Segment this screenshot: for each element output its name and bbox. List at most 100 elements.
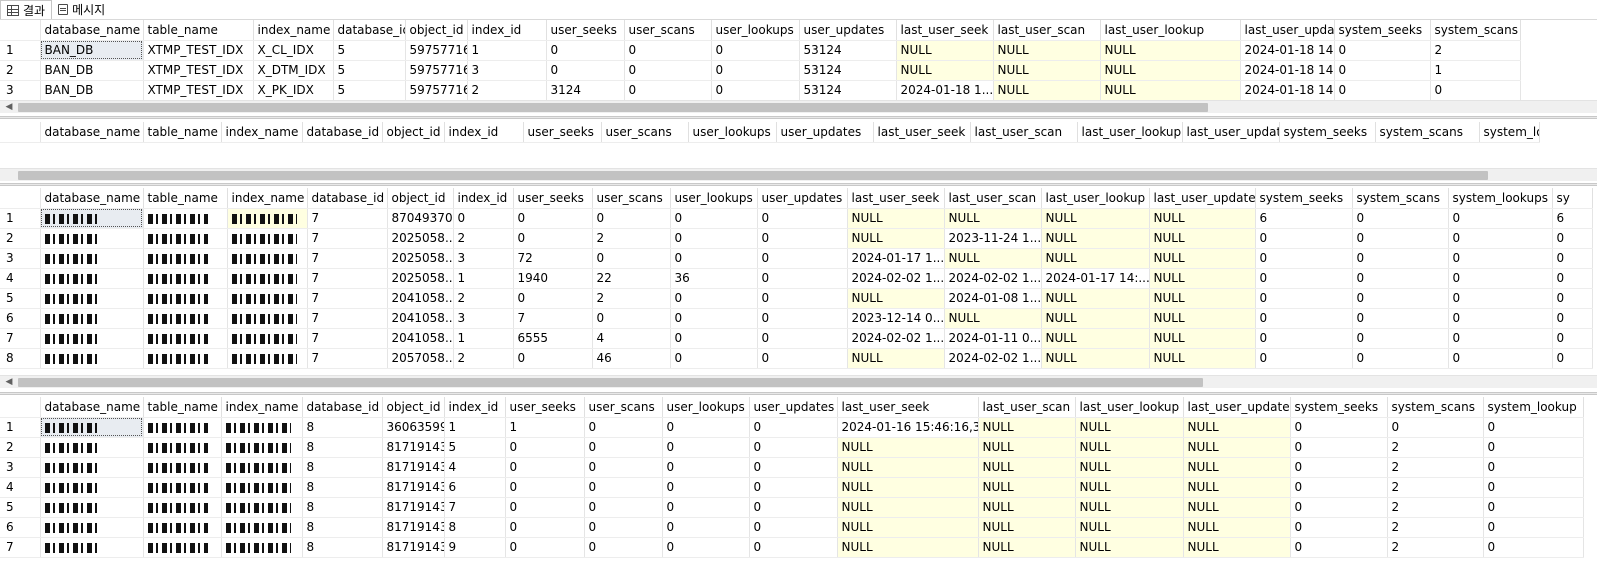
table-row[interactable]: 2BAN_DBXTMP_TEST_IDXX_DTM_IDX55975771673… — [0, 60, 1521, 81]
table-cell[interactable] — [143, 328, 228, 349]
table-cell[interactable]: 0 — [513, 348, 593, 369]
table-row[interactable]: 6 7 2041058... 3 7 0 0 0 2023-12-14 0... NULL NULL… — [0, 308, 1593, 329]
table-cell[interactable]: 9 — [444, 537, 506, 558]
table-cell[interactable] — [40, 288, 144, 309]
table-cell[interactable]: 0 — [1352, 228, 1449, 249]
column-header[interactable]: last_user_lookup — [1041, 188, 1150, 209]
table-cell[interactable]: NULL — [1183, 457, 1291, 478]
table-cell[interactable] — [227, 348, 308, 369]
row-number[interactable]: 2 — [0, 60, 41, 81]
table-cell[interactable]: 1 — [453, 268, 514, 289]
table-cell[interactable] — [40, 328, 144, 349]
column-header[interactable]: table_name — [143, 122, 222, 143]
table-cell[interactable]: 6555 — [513, 328, 593, 349]
table-cell[interactable]: 4 — [444, 457, 506, 478]
table-cell[interactable]: 0 — [662, 417, 750, 438]
column-header[interactable]: last_user_scan — [970, 122, 1078, 143]
table-cell[interactable]: NULL — [944, 248, 1042, 269]
column-header[interactable]: object_id — [405, 20, 468, 41]
table-cell[interactable]: 817191433 — [382, 457, 445, 478]
table-cell[interactable]: 7 — [307, 208, 388, 229]
table-cell[interactable]: 0 — [453, 208, 514, 229]
table-cell[interactable]: 0 — [624, 80, 712, 100]
table-cell[interactable]: 0 — [749, 517, 838, 538]
table-cell[interactable]: X_PK_IDX — [253, 80, 334, 100]
table-cell[interactable]: 0 — [1352, 328, 1449, 349]
table-cell[interactable]: 597577167 — [405, 60, 468, 81]
table-cell[interactable]: 36 — [670, 268, 758, 289]
row-number[interactable]: 8 — [0, 348, 41, 369]
table-cell[interactable]: 46 — [592, 348, 671, 369]
table-cell[interactable]: X_CL_IDX — [253, 40, 334, 61]
table-cell[interactable]: 2 — [1387, 517, 1484, 538]
column-header[interactable]: database_id — [302, 397, 383, 418]
column-header[interactable]: system_seeks — [1255, 188, 1353, 209]
table-cell[interactable]: 817191433 — [382, 537, 445, 558]
table-cell[interactable]: 0 — [505, 497, 585, 518]
column-header[interactable]: last_user_update — [1240, 20, 1335, 41]
table-cell[interactable]: NULL — [896, 40, 994, 61]
column-header[interactable]: last_user_scan — [944, 188, 1042, 209]
table-cell[interactable]: NULL — [1183, 477, 1291, 498]
table-cell[interactable]: NULL — [978, 497, 1076, 518]
table-cell[interactable]: 2025058... — [387, 248, 454, 269]
table-cell[interactable]: 0 — [1255, 288, 1353, 309]
table-cell[interactable]: 0 — [662, 457, 750, 478]
table-row[interactable]: 1787049370600000NULLNULLNULLNULL6006 — [0, 208, 1593, 229]
column-header[interactable]: user_seeks — [546, 20, 625, 41]
table-cell[interactable]: 2024-01-08 1... — [944, 288, 1042, 309]
column-header[interactable]: user_seeks — [523, 122, 602, 143]
table-row[interactable]: 3881719143340000NULLNULLNULLNULL020 — [0, 457, 1584, 478]
table-cell[interactable]: 817191433 — [382, 437, 445, 458]
table-cell[interactable]: 2041058... — [387, 288, 454, 309]
table-cell[interactable]: NULL — [1041, 288, 1150, 309]
table-cell[interactable]: NULL — [1149, 228, 1256, 249]
table-cell[interactable]: NULL — [1075, 437, 1184, 458]
table-cell[interactable]: 0 — [711, 60, 800, 81]
row-number[interactable]: 2 — [0, 437, 41, 458]
table-cell[interactable]: 0 — [1290, 517, 1388, 538]
table-cell[interactable]: NULL — [847, 288, 945, 309]
table-cell[interactable]: 3124 — [546, 80, 625, 100]
table-cell[interactable]: 0 — [1290, 477, 1388, 498]
column-header[interactable]: last_user_seek — [896, 20, 994, 41]
table-cell[interactable]: 1 — [453, 328, 514, 349]
table-row[interactable]: 2 7 2025058... 2 0 2 0 0 NULL 2023-11-24 1... NULL… — [0, 228, 1593, 249]
table-cell[interactable]: NULL — [1041, 248, 1150, 269]
table-cell[interactable]: NULL — [978, 477, 1076, 498]
column-header[interactable]: database_id — [302, 122, 383, 143]
table-cell[interactable]: 0 — [1483, 417, 1584, 438]
table-cell[interactable]: NULL — [1183, 497, 1291, 518]
table-row[interactable]: 5881719143370000NULLNULLNULLNULL020 — [0, 497, 1584, 518]
result-grid-1[interactable]: database_name table_name index_name databas… — [0, 20, 1597, 100]
result-grid-3-scrollbar[interactable]: ◀ — [0, 375, 1597, 388]
table-cell[interactable]: 0 — [1290, 537, 1388, 558]
table-cell[interactable] — [40, 208, 144, 229]
scrollbar-thumb[interactable] — [18, 103, 1208, 112]
column-header[interactable]: user_scans — [624, 20, 712, 41]
table-cell[interactable]: 72 — [513, 248, 593, 269]
table-cell[interactable] — [221, 537, 303, 558]
table-cell[interactable]: NULL — [847, 228, 945, 249]
column-header[interactable]: index_name — [227, 188, 308, 209]
table-cell[interactable]: 0 — [1448, 328, 1553, 349]
table-cell[interactable]: NULL — [847, 208, 945, 229]
table-cell[interactable]: NULL — [978, 517, 1076, 538]
grid-splitter[interactable] — [0, 392, 1597, 395]
table-cell[interactable]: NULL — [1183, 437, 1291, 458]
tab-results[interactable]: 결과 — [0, 0, 53, 19]
row-number[interactable]: 7 — [0, 328, 41, 349]
table-cell[interactable]: 0 — [1552, 288, 1593, 309]
table-cell[interactable]: 6 — [1552, 208, 1593, 229]
column-header[interactable]: last_user_lookup — [1077, 122, 1183, 143]
table-cell[interactable]: NULL — [1100, 40, 1241, 61]
table-cell[interactable] — [40, 477, 144, 498]
table-cell[interactable]: 0 — [1448, 308, 1553, 329]
table-cell[interactable]: 0 — [1448, 248, 1553, 269]
scrollbar-thumb[interactable] — [18, 171, 1488, 180]
table-cell[interactable]: 8 — [302, 497, 383, 518]
table-cell[interactable]: 53124 — [799, 40, 897, 61]
table-cell[interactable]: 0 — [1290, 437, 1388, 458]
result-grid-2-scrollbar[interactable] — [0, 168, 1597, 181]
result-grid-1-scrollbar[interactable]: ◀ — [0, 100, 1597, 113]
